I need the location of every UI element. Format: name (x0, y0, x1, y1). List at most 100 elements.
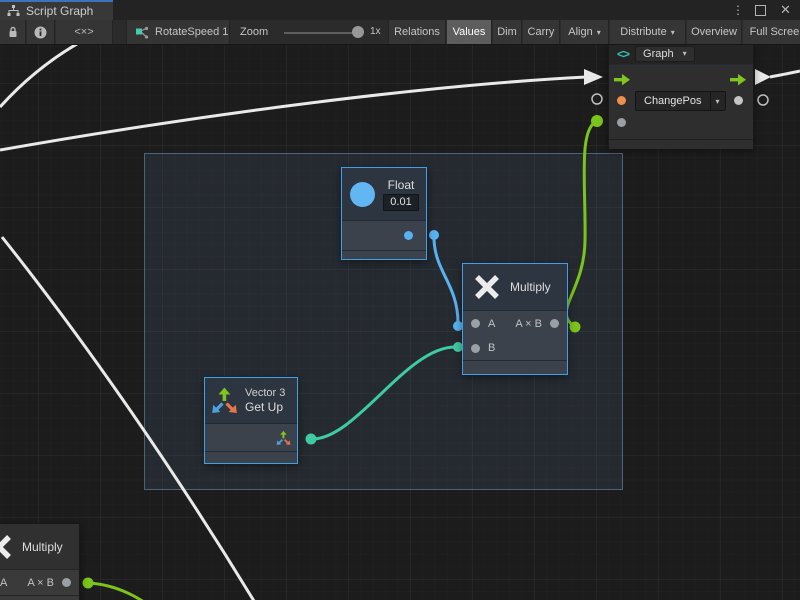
trigger-output-arrow-icon[interactable] (730, 73, 746, 86)
distribute-button[interactable]: Distribute ▾ (610, 20, 686, 44)
vector3-node-body (205, 423, 297, 451)
tab-title: Script Graph (26, 4, 93, 18)
zoom-value: 1x (370, 26, 381, 37)
carry-label: Carry (528, 26, 555, 38)
chevron-down-icon: ▾ (671, 28, 675, 37)
float-node-header: Float 0.01 (342, 168, 426, 220)
wire-bottom-multiply-out[interactable] (88, 583, 144, 600)
menu-dots-icon: ⋮ (732, 3, 744, 17)
event-target-port[interactable] (617, 96, 626, 105)
values-button[interactable]: Values (447, 20, 492, 44)
multiply-icon (473, 273, 501, 301)
multiply-icon (0, 533, 13, 561)
multiply-input-b-label: B (488, 342, 495, 354)
graph-node-footer (609, 139, 753, 149)
multiply2-output-label: A × B (27, 577, 54, 589)
vector3-icon (211, 386, 238, 415)
carry-button[interactable]: Carry (523, 20, 560, 44)
float-type-icon (350, 182, 375, 207)
graph-canvas[interactable]: <> Graph ▾ ChangePos ▾ (0, 45, 800, 600)
fullscreen-button[interactable]: Full Screen (743, 20, 800, 44)
float-node-body (342, 220, 426, 250)
vector3-node-footer (205, 451, 297, 461)
node-graph-changepos[interactable]: <> Graph ▾ ChangePos ▾ (608, 45, 754, 148)
multiply2-output-port[interactable] (62, 578, 71, 587)
zoom-control: Zoom 1x (232, 20, 386, 44)
changepos-dropdown[interactable]: ChangePos ▾ (635, 91, 726, 111)
relations-button[interactable]: Relations (388, 20, 446, 44)
relations-label: Relations (394, 26, 440, 38)
multiply-input-b-port[interactable] (471, 344, 480, 353)
multiply2-node-header: Multiply (0, 524, 79, 569)
close-button[interactable]: ✕ (780, 0, 791, 20)
node-multiply-partial[interactable]: Multiply A A × B (0, 523, 80, 600)
chevron-down-icon: ▾ (710, 92, 725, 110)
vector3-node-title: Get Up (245, 400, 285, 414)
wire-white-to-graph-input[interactable] (0, 77, 586, 150)
overview-button[interactable]: Overview (687, 20, 742, 44)
graph-node-header: <> Graph ▾ (609, 45, 753, 64)
multiply-node-footer (463, 360, 567, 373)
wire-endpoint-dot (570, 322, 581, 333)
graph-dropdown[interactable]: Graph ▾ (635, 46, 695, 62)
trigger-input-arrow-icon[interactable] (614, 73, 630, 86)
info-button[interactable] (27, 20, 55, 44)
dim-label: Dim (497, 26, 517, 38)
multiply-input-a-label: A (488, 318, 495, 330)
values-label: Values (453, 26, 486, 38)
wire-endpoint-dot (306, 434, 317, 445)
wire-getup-to-multiply-b[interactable] (311, 347, 455, 439)
wire-multiply-to-changepos[interactable] (566, 121, 597, 327)
multiply2-node-title: Multiply (22, 540, 63, 554)
event-output-port[interactable] (734, 96, 743, 105)
wire-float-to-multiply-a[interactable] (434, 235, 458, 323)
node-vector3-getup[interactable]: Vector 3 Get Up (204, 377, 298, 464)
overview-label: Overview (691, 26, 737, 38)
code-graph-icon: <> (617, 47, 629, 61)
multiply-node-title: Multiply (510, 280, 551, 294)
wire-endpoint-dot (83, 578, 94, 589)
multiply2-input-a-label: A (0, 577, 7, 589)
window-titlebar: Script Graph ⋮ ✕ (0, 0, 800, 20)
multiply-node-header: Multiply (463, 264, 567, 310)
fullscreen-label: Full Screen (750, 26, 800, 38)
wire-white-from-graph-output[interactable] (770, 71, 800, 77)
dim-button[interactable]: Dim (493, 20, 522, 44)
lock-icon (8, 26, 18, 38)
multiply-output-port[interactable] (550, 319, 559, 328)
code-view-button[interactable]: <×> (56, 20, 113, 44)
node-float[interactable]: Float 0.01 (341, 167, 427, 260)
graph-reference-button[interactable]: RotateSpeed 1 (126, 20, 230, 44)
zoom-slider-handle[interactable] (352, 26, 364, 38)
wire-endpoint-dot (429, 230, 439, 240)
zoom-slider-track[interactable] (284, 32, 358, 34)
script-graph-icon (7, 5, 20, 17)
distribute-label: Distribute (620, 26, 666, 38)
vector3-output-port-icon[interactable] (276, 430, 291, 446)
window-menu-button[interactable]: ⋮ (732, 0, 744, 20)
wire-arrow-icon (755, 69, 771, 85)
wire-endpoint-circle (592, 94, 602, 104)
chevron-down-icon: ▾ (597, 28, 601, 37)
tab-script-graph[interactable]: Script Graph (0, 0, 113, 20)
vector3-type-label: Vector 3 (245, 387, 285, 399)
maximize-button[interactable] (755, 0, 766, 20)
multiply2-node-footer (0, 595, 79, 600)
float-node-title: Float (388, 178, 415, 192)
float-output-port[interactable] (404, 231, 413, 240)
maximize-icon (755, 5, 766, 16)
align-button[interactable]: Align ▾ (561, 20, 609, 44)
float-value-input[interactable]: 0.01 (383, 194, 419, 211)
chevron-down-icon: ▾ (683, 49, 687, 58)
zoom-label: Zoom (240, 26, 268, 38)
multiply-input-a-port[interactable] (471, 319, 480, 328)
value-port[interactable] (617, 118, 626, 127)
align-label: Align (568, 26, 592, 38)
multiply2-node-body: A A × B (0, 569, 79, 595)
wire-white-topleft[interactable] (0, 45, 82, 107)
node-multiply[interactable]: Multiply A A × B B (462, 263, 568, 375)
lock-button[interactable] (0, 20, 26, 44)
float-node-footer (342, 250, 426, 260)
graph-dropdown-label: Graph (643, 48, 674, 60)
code-view-icon: <×> (74, 26, 93, 38)
